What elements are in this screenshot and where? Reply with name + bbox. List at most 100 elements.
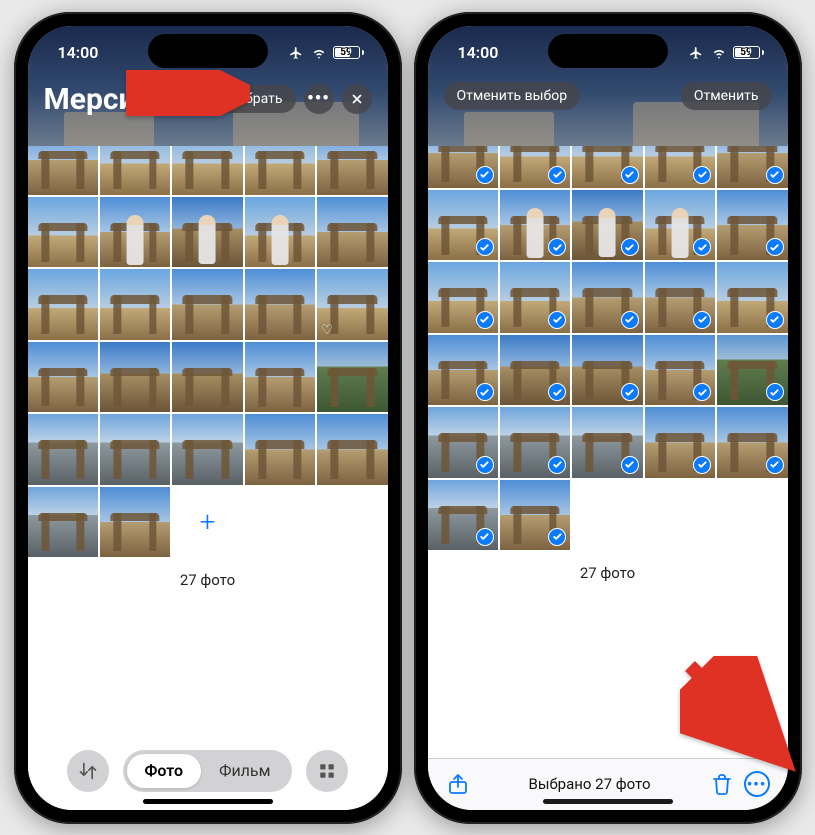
photo-thumbnail[interactable] (245, 414, 315, 484)
selection-checkmark-icon (693, 456, 711, 474)
wifi-icon (310, 46, 328, 60)
add-photo-button[interactable]: + (172, 487, 242, 557)
selection-count: Выбрано 27 фото (480, 775, 700, 793)
selection-checkmark-icon (476, 383, 494, 401)
selection-checkmark-icon (548, 238, 566, 256)
battery-indicator: 59 (733, 46, 764, 59)
album-header: Мерсин Выбрать ••• (28, 80, 388, 125)
photo-thumbnail[interactable] (717, 262, 787, 332)
segment-film[interactable]: Фильм (201, 754, 288, 788)
selection-checkmark-icon (766, 383, 784, 401)
favorite-icon: ♡ (321, 323, 333, 338)
cancel-button[interactable]: Отменить (681, 82, 772, 110)
photo-thumbnail[interactable] (572, 407, 642, 477)
photo-thumbnail[interactable] (28, 487, 98, 557)
selection-checkmark-icon (766, 238, 784, 256)
delete-button[interactable] (710, 772, 734, 796)
photo-thumbnail[interactable] (428, 262, 498, 332)
sort-button[interactable] (67, 750, 109, 792)
photo-thumbnail[interactable] (572, 190, 642, 260)
photo-thumbnail[interactable] (100, 269, 170, 339)
selection-checkmark-icon (621, 166, 639, 184)
selection-checkmark-icon (476, 166, 494, 184)
photo-thumbnail[interactable] (28, 342, 98, 412)
selection-checkmark-icon (693, 238, 711, 256)
photo-thumbnail[interactable] (245, 342, 315, 412)
phone-left: 14:00 59 Мерсин Выбрать ••• (14, 12, 402, 824)
status-time: 14:00 (58, 43, 99, 62)
photo-thumbnail[interactable] (500, 190, 570, 260)
photo-thumbnail[interactable] (717, 407, 787, 477)
photo-thumbnail[interactable] (645, 262, 715, 332)
selection-checkmark-icon (766, 456, 784, 474)
photo-thumbnail[interactable] (317, 197, 387, 267)
photo-thumbnail[interactable] (172, 414, 242, 484)
trash-icon (710, 772, 734, 796)
sort-icon (78, 761, 98, 781)
deselect-button[interactable]: Отменить выбор (444, 82, 581, 110)
photo-thumbnail[interactable] (100, 197, 170, 267)
photo-thumbnail[interactable] (172, 197, 242, 267)
photo-thumbnail[interactable] (317, 342, 387, 412)
photo-thumbnail[interactable] (717, 190, 787, 260)
selection-checkmark-icon (476, 528, 494, 546)
photo-grid (428, 118, 788, 550)
more-actions-button[interactable]: ••• (744, 771, 770, 797)
photo-thumbnail[interactable] (245, 197, 315, 267)
selection-checkmark-icon (548, 456, 566, 474)
selection-checkmark-icon (621, 383, 639, 401)
view-mode-segment: Фото Фильм (123, 750, 293, 792)
photo-thumbnail[interactable] (100, 342, 170, 412)
photo-thumbnail[interactable] (645, 407, 715, 477)
photo-count: 27 фото (28, 557, 388, 597)
share-button[interactable] (446, 772, 470, 796)
selection-checkmark-icon (476, 311, 494, 329)
selection-checkmark-icon (548, 383, 566, 401)
photo-thumbnail[interactable] (572, 262, 642, 332)
selection-checkmark-icon (476, 238, 494, 256)
photo-thumbnail[interactable] (500, 407, 570, 477)
photo-thumbnail[interactable] (100, 487, 170, 557)
photo-thumbnail[interactable] (172, 269, 242, 339)
bottom-controls: Фото Фильм (28, 750, 388, 792)
photo-thumbnail[interactable] (645, 335, 715, 405)
selection-checkmark-icon (621, 456, 639, 474)
photo-grid: ♡+ (28, 125, 388, 557)
dynamic-island (548, 34, 668, 68)
selection-checkmark-icon (621, 311, 639, 329)
photo-thumbnail[interactable] (100, 414, 170, 484)
home-indicator[interactable] (143, 799, 273, 804)
share-icon (446, 772, 470, 796)
photo-thumbnail[interactable] (428, 190, 498, 260)
more-button[interactable]: ••• (304, 84, 334, 114)
photo-thumbnail[interactable] (245, 269, 315, 339)
airplane-mode-icon (687, 46, 705, 60)
close-button[interactable] (342, 84, 372, 114)
photo-thumbnail[interactable] (28, 197, 98, 267)
photo-thumbnail[interactable] (500, 335, 570, 405)
segment-photo[interactable]: Фото (127, 754, 202, 788)
photo-thumbnail[interactable] (500, 480, 570, 550)
selection-checkmark-icon (548, 311, 566, 329)
home-indicator[interactable] (543, 799, 673, 804)
photo-thumbnail[interactable] (717, 335, 787, 405)
photo-thumbnail[interactable] (428, 335, 498, 405)
photo-thumbnail[interactable] (28, 414, 98, 484)
select-button[interactable]: Выбрать (213, 85, 296, 113)
photo-thumbnail[interactable] (500, 262, 570, 332)
photo-thumbnail[interactable] (428, 407, 498, 477)
photo-thumbnail[interactable]: ♡ (317, 269, 387, 339)
photo-thumbnail[interactable] (572, 335, 642, 405)
photo-thumbnail[interactable] (428, 480, 498, 550)
grid-mode-button[interactable] (306, 750, 348, 792)
wifi-icon (710, 46, 728, 60)
grid-icon (318, 762, 336, 780)
photo-thumbnail[interactable] (317, 414, 387, 484)
photo-thumbnail[interactable] (28, 269, 98, 339)
selection-checkmark-icon (621, 238, 639, 256)
photo-thumbnail[interactable] (172, 342, 242, 412)
selection-checkmark-icon (548, 528, 566, 546)
photo-thumbnail[interactable] (645, 190, 715, 260)
selection-checkmark-icon (766, 166, 784, 184)
selection-checkmark-icon (476, 456, 494, 474)
